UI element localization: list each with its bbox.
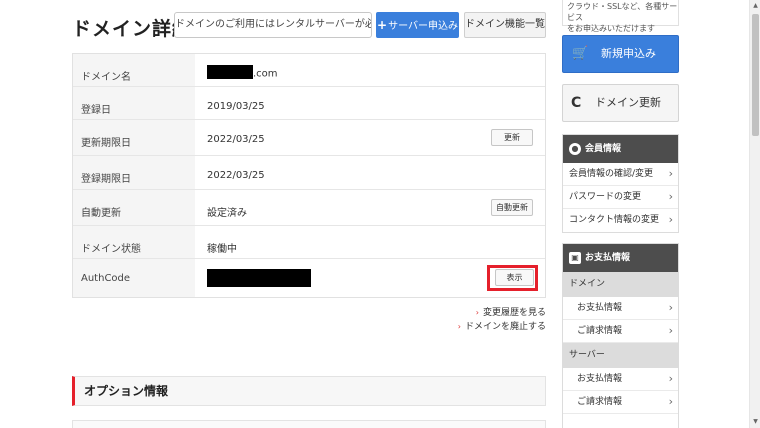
plus-icon: + (377, 18, 388, 32)
scroll-down-arrow-icon[interactable]: ▼ (750, 416, 760, 428)
member-info-title: 会員情報 (585, 144, 622, 154)
renewal-deadline-text: 2022/03/25 (207, 134, 265, 145)
chevron-right-icon: › (668, 324, 673, 337)
redacted-block (207, 65, 253, 79)
redacted-authcode (207, 269, 311, 287)
chevron-right-icon: › (668, 190, 673, 203)
sidebar-item-domain-billing[interactable]: ご請求情報 › (563, 320, 678, 343)
abolish-link[interactable]: › ドメインを廃止する (458, 320, 546, 334)
registration-deadline-value: 2022/03/25 (207, 170, 265, 181)
chevron-right-icon: › (668, 395, 673, 408)
row-label: AuthCode (73, 259, 195, 297)
server-apply-label: サーバー申込み (388, 21, 458, 32)
renew-icon: C (571, 95, 582, 111)
domain-functions-button[interactable]: ドメイン機能一覧 (464, 12, 546, 38)
domain-status-value: 稼働中 (207, 244, 237, 255)
row-auto-renew: 自動更新 設定済み 自動更新 (73, 190, 545, 226)
sidebar-item-domain-payment[interactable]: お支払情報 › (563, 297, 678, 320)
sidebar-item-label: お支払情報 (577, 303, 623, 313)
server-required-notice: ドメインのご利用にはレンタルサーバーが必要です (174, 12, 372, 38)
history-link-label: 変更履歴を見る (482, 308, 546, 318)
server-apply-button[interactable]: +サーバー申込み (376, 12, 459, 38)
sidebar-service-note: クラウド・SSLなど、各種サービス をお申込みいただけます (562, 0, 679, 33)
chevron-right-icon: › (668, 167, 673, 180)
domain-renew-label: ドメイン更新 (595, 96, 661, 109)
wallet-icon: ▣ (569, 251, 581, 264)
new-apply-button[interactable]: 🛒 新規申込み (562, 35, 679, 73)
option-table-top (72, 420, 546, 428)
domain-detail-table: ドメイン名 .com 登録日 2019/03/25 更新期限日 2022/03/… (72, 53, 546, 298)
show-authcode-button[interactable]: 表示 (495, 269, 534, 286)
row-label: 更新期限日 (73, 120, 195, 155)
member-info-header: ● 会員情報 (563, 135, 678, 163)
row-authcode: AuthCode 表示 (73, 259, 545, 297)
scrollbar-thumb[interactable] (752, 14, 759, 136)
sidebar-item-label: お支払情報 (577, 374, 623, 384)
domain-name-value: .com (195, 54, 545, 86)
authcode-value: 表示 (195, 259, 545, 297)
sidebar-item-contact[interactable]: コンタクト情報の変更 › (563, 209, 678, 232)
detail-links: › 変更履歴を見る › ドメインを廃止する (458, 306, 546, 334)
sidebar-item-label: パスワードの変更 (569, 192, 642, 202)
row-domain-status: ドメイン状態 稼働中 (73, 226, 545, 259)
renewal-deadline-value: 2022/03/25 更新 (195, 120, 545, 155)
payment-info-title: お支払情報 (585, 253, 631, 263)
row-label: ドメイン名 (73, 54, 195, 86)
sidebar-item-label: コンタクト情報の変更 (569, 215, 660, 225)
sidebar-item-label: 会員情報の確認/変更 (569, 169, 654, 179)
renew-button[interactable]: 更新 (491, 129, 533, 146)
option-section-title: オプション情報 (72, 376, 546, 406)
abolish-link-label: ドメインを廃止する (464, 322, 546, 332)
domain-tld: .com (253, 68, 278, 80)
auto-renew-value: 設定済み 自動更新 (195, 190, 545, 225)
member-info-panel: ● 会員情報 会員情報の確認/変更 › パスワードの変更 › コンタクト情報の変更 › (562, 134, 679, 233)
person-icon: ● (569, 142, 581, 155)
sidebar-item-label: ご請求情報 (577, 397, 623, 407)
auto-renew-button[interactable]: 自動更新 (491, 199, 533, 216)
chevron-right-icon: › (668, 301, 673, 314)
scroll-up-arrow-icon[interactable]: ▲ (750, 0, 760, 12)
sidebar-item-server-billing[interactable]: ご請求情報 › (563, 391, 678, 414)
row-registered-date: 登録日 2019/03/25 (73, 87, 545, 120)
service-note-line: クラウド・SSLなど、各種サービス (567, 2, 678, 22)
new-apply-label: 新規申込み (601, 47, 656, 60)
row-domain-name: ドメイン名 .com (73, 54, 545, 87)
row-registration-deadline: 登録期限日 2022/03/25 (73, 156, 545, 190)
vertical-scrollbar[interactable]: ▲ ▼ (749, 0, 760, 428)
row-label: 登録期限日 (73, 156, 195, 189)
payment-group-domain: ドメイン (563, 272, 678, 297)
payment-info-header: ▣ お支払情報 (563, 244, 678, 272)
arrow-right-icon: › (475, 308, 479, 317)
domain-renew-button[interactable]: C ドメイン更新 (562, 84, 679, 122)
chevron-right-icon: › (668, 213, 673, 226)
row-renewal-deadline: 更新期限日 2022/03/25 更新 (73, 120, 545, 156)
registered-date-value: 2019/03/25 (207, 101, 265, 112)
sidebar-item-member-confirm[interactable]: 会員情報の確認/変更 › (563, 163, 678, 186)
auto-renew-text: 設定済み (207, 208, 247, 219)
cart-icon: 🛒 (572, 46, 589, 61)
sidebar-item-password[interactable]: パスワードの変更 › (563, 186, 678, 209)
row-label: ドメイン状態 (73, 226, 195, 258)
history-link[interactable]: › 変更履歴を見る (458, 306, 546, 320)
row-label: 自動更新 (73, 190, 195, 225)
arrow-right-icon: › (457, 322, 461, 331)
row-label: 登録日 (73, 87, 195, 119)
payment-info-panel: ▣ お支払情報 ドメイン お支払情報 › ご請求情報 › サーバー お支払情報 › ご請… (562, 243, 679, 428)
chevron-right-icon: › (668, 372, 673, 385)
payment-group-server: サーバー (563, 343, 678, 368)
service-note-line: をお申込みいただけます (567, 24, 655, 33)
sidebar-item-server-payment[interactable]: お支払情報 › (563, 368, 678, 391)
sidebar-item-label: ご請求情報 (577, 326, 623, 336)
